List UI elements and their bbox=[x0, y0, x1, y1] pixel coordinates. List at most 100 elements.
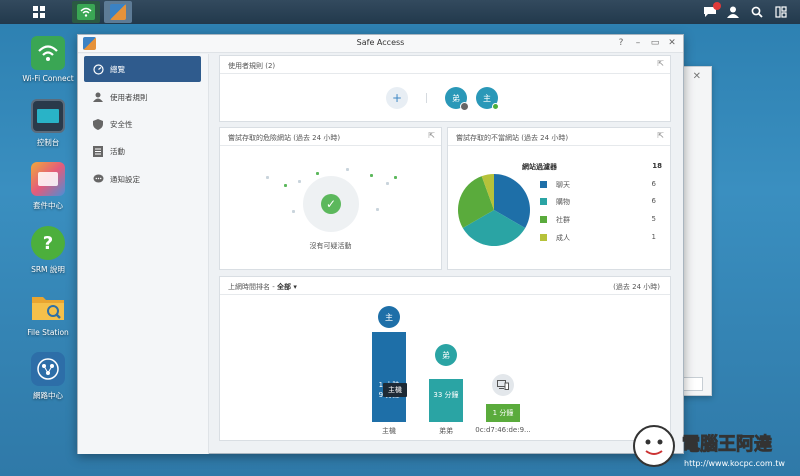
maximize-icon[interactable]: ▭ bbox=[649, 37, 661, 50]
online-badge-icon bbox=[492, 103, 499, 110]
network-center-icon bbox=[31, 352, 65, 386]
legend-swatch bbox=[540, 181, 547, 188]
usage-bar[interactable]: 1 小時 9 分鐘 bbox=[372, 332, 406, 422]
watermark-logo: 電腦王阿達 http://www.kocpc.com.tw bbox=[628, 420, 798, 472]
desktop-icon-label: 控制台 bbox=[36, 138, 60, 147]
panel-header: 上網時間排名 - 全部 ▾ (過去 24 小時) bbox=[220, 277, 670, 295]
search-icon bbox=[751, 6, 763, 18]
sidebar-item-overview[interactable]: 總覽 bbox=[84, 56, 201, 82]
legend-value: 5 bbox=[651, 215, 656, 223]
main-content: 使用者規則 (2) ⇱ + 弟 主 嘗試存取的危險網站 (過去 24 小時) ⇱ bbox=[210, 54, 683, 454]
desktop-icon-label: 套件中心 bbox=[33, 201, 63, 210]
legend-item: 社群 5 bbox=[540, 214, 656, 226]
sidebar-item-user-profiles[interactable]: 使用者規則 bbox=[84, 84, 201, 110]
window-title: Safe Access bbox=[356, 38, 405, 47]
user-avatar: 弟 bbox=[435, 344, 457, 366]
tooltip: 主機 bbox=[383, 383, 407, 397]
panel-header: 嘗試存取的不當網站 (過去 24 小時) ⇱ bbox=[448, 128, 670, 146]
pie-chart bbox=[458, 174, 530, 246]
user-profiles-panel: 使用者規則 (2) ⇱ + 弟 主 bbox=[219, 55, 671, 122]
legend-value: 6 bbox=[651, 197, 656, 205]
legend-name: 社群 bbox=[556, 216, 570, 224]
close-icon[interactable]: ✕ bbox=[666, 37, 678, 50]
legend-name: 成人 bbox=[556, 234, 570, 242]
sidebar-item-label: 活動 bbox=[110, 146, 125, 156]
profile-avatar[interactable]: 弟 bbox=[445, 87, 469, 111]
bar-name: 0c:d7:46:de:9... bbox=[475, 426, 531, 434]
filter-dropdown[interactable]: 全部 ▾ bbox=[277, 283, 297, 291]
desktop-package-center[interactable]: 套件中心 bbox=[14, 162, 82, 211]
desktop-icon-label: 網路中心 bbox=[33, 391, 63, 400]
search-button[interactable] bbox=[748, 3, 766, 21]
bar-name: 主機 bbox=[382, 427, 396, 435]
desktop-srm-help[interactable]: ? SRM 說明 bbox=[14, 226, 82, 275]
title-bar: Safe Access ? – ▭ ✕ bbox=[78, 35, 683, 53]
dangerous-sites-panel: 嘗試存取的危險網站 (過去 24 小時) ⇱ ✓ 沒有可疑活動 bbox=[219, 127, 442, 270]
profile-avatar[interactable]: 主 bbox=[476, 87, 499, 110]
panel-header: 使用者規則 (2) ⇱ bbox=[220, 56, 670, 74]
panel-title: 上網時間排名 - 全部 ▾ bbox=[228, 282, 297, 292]
user-icon bbox=[92, 91, 104, 103]
svg-text:電腦王阿達: 電腦王阿達 bbox=[682, 433, 772, 455]
legend-swatch bbox=[540, 198, 547, 205]
taskbar-safe-access[interactable] bbox=[104, 1, 132, 23]
sidebar-item-notifications[interactable]: 通知設定 bbox=[84, 166, 201, 192]
period-label: (過去 24 小時) bbox=[613, 283, 660, 291]
device-icon bbox=[492, 374, 514, 396]
desktop-file-station[interactable]: File Station bbox=[14, 290, 82, 337]
filter-total: 18 bbox=[652, 162, 662, 170]
filter-label: 網站過濾器 bbox=[522, 163, 557, 171]
expand-icon[interactable]: ⇱ bbox=[657, 59, 664, 68]
shield-icon bbox=[92, 118, 104, 130]
safe-access-window: Safe Access ? – ▭ ✕ 總覽 使用者規則 安全性 活動 通知設定… bbox=[77, 34, 684, 454]
desktop-control-panel[interactable]: 控制台 bbox=[14, 99, 82, 148]
status-indicator: ✓ bbox=[303, 176, 359, 232]
expand-icon[interactable]: ⇱ bbox=[657, 131, 664, 140]
desktop-icon-label: Wi-Fi Connect bbox=[22, 74, 74, 83]
legend-swatch bbox=[540, 234, 547, 241]
widgets-icon bbox=[775, 6, 787, 18]
user-button[interactable] bbox=[724, 3, 742, 21]
control-panel-icon bbox=[31, 99, 65, 133]
background-window-button[interactable] bbox=[681, 377, 703, 391]
grid-icon bbox=[33, 6, 45, 18]
main-menu-button[interactable] bbox=[28, 2, 50, 22]
folder-icon bbox=[31, 290, 65, 324]
wifi-icon bbox=[31, 36, 65, 70]
help-icon[interactable]: ? bbox=[615, 37, 627, 50]
usage-bar[interactable]: 1 分鐘 bbox=[486, 404, 520, 422]
chat-icon bbox=[92, 173, 104, 185]
divider bbox=[426, 93, 427, 103]
widgets-button[interactable] bbox=[772, 3, 790, 21]
legend-swatch bbox=[540, 216, 547, 223]
user-avatar: 主 bbox=[378, 306, 400, 328]
taskbar-wifi-connect[interactable] bbox=[72, 1, 100, 23]
legend-item: 聊天 6 bbox=[540, 179, 656, 191]
panel-title-prefix: 上網時間排名 - bbox=[228, 283, 277, 291]
legend-item: 購物 6 bbox=[540, 196, 656, 208]
add-profile-button[interactable]: + bbox=[386, 87, 408, 109]
minimize-icon[interactable]: – bbox=[632, 37, 644, 50]
package-center-icon bbox=[31, 162, 65, 196]
dashboard-icon bbox=[92, 63, 104, 75]
panel-title: 嘗試存取的不當網站 (過去 24 小時) bbox=[456, 134, 569, 142]
sidebar-item-security[interactable]: 安全性 bbox=[84, 111, 201, 137]
usage-bar[interactable]: 33 分鐘 bbox=[429, 379, 463, 422]
caret-down-icon: ▾ bbox=[293, 283, 297, 291]
user-icon bbox=[727, 6, 739, 18]
notification-button[interactable] bbox=[701, 2, 721, 21]
legend-name: 聊天 bbox=[556, 181, 570, 189]
notification-badge bbox=[713, 2, 721, 10]
legend-item: 成人 1 bbox=[540, 232, 656, 244]
expand-icon[interactable]: ⇱ bbox=[428, 131, 435, 140]
bar-value-minutes: 1 分鐘 bbox=[492, 409, 514, 417]
list-icon bbox=[92, 145, 104, 157]
sidebar-item-activity[interactable]: 活動 bbox=[84, 138, 201, 164]
desktop-icon-label: File Station bbox=[27, 328, 69, 337]
desktop-network-center[interactable]: 網路中心 bbox=[14, 352, 82, 401]
bar-value-minutes: 33 分鐘 bbox=[433, 391, 459, 399]
close-icon[interactable]: ✕ bbox=[693, 71, 701, 82]
desktop-wifi-connect[interactable]: Wi-Fi Connect bbox=[14, 36, 82, 83]
no-activity-text: 沒有可疑活動 bbox=[309, 242, 352, 250]
sidebar-item-label: 安全性 bbox=[110, 119, 133, 129]
